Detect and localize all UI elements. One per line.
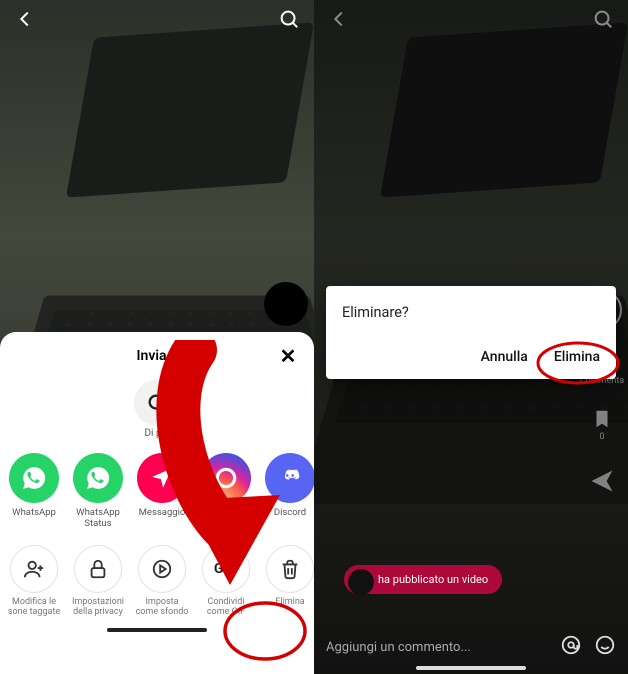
action-delete[interactable]: Elimina <box>262 545 314 607</box>
notification-text: ha pubblicato un video <box>378 573 488 586</box>
whatsapp-status-icon <box>73 453 123 503</box>
action-edit-tagged[interactable]: Modifica le sone taggate <box>6 545 62 618</box>
share-sheet: Invia a ✕ Di più WhatsApp WhatsApp Statu… <box>0 332 314 674</box>
home-indicator <box>107 628 207 632</box>
emoji-icon[interactable] <box>594 634 616 660</box>
app-label: Stories <box>211 507 241 518</box>
profile-avatar[interactable] <box>264 282 308 326</box>
share-sheet-title: Invia a <box>136 348 177 364</box>
action-label: Condividi come GIF <box>198 597 254 618</box>
mention-icon[interactable] <box>560 634 582 660</box>
action-share-gif[interactable]: GIF Condividi come GIF <box>198 545 254 618</box>
more-button[interactable] <box>134 380 180 426</box>
discord-icon <box>265 453 314 503</box>
trash-icon <box>266 545 314 593</box>
dialog-confirm-button[interactable]: Elimina <box>554 349 600 365</box>
delete-dialog: Eliminare? Annulla Elimina <box>326 286 616 379</box>
message-icon <box>137 453 187 503</box>
gif-icon: GIF <box>202 545 250 593</box>
screenshot-right: Commenta 0 ha pubblicato un video Aggiun… <box>314 0 628 674</box>
lock-icon <box>74 545 122 593</box>
dialog-cancel-button[interactable]: Annulla <box>481 349 528 365</box>
top-bar <box>0 8 314 30</box>
home-indicator <box>416 666 526 670</box>
app-label: Messaggio <box>139 507 186 518</box>
play-circle-icon <box>138 545 186 593</box>
whatsapp-icon <box>9 453 59 503</box>
action-label: Modifica le sone taggate <box>6 597 62 618</box>
action-label: Imposta come sfondo <box>134 597 190 618</box>
search-icon[interactable] <box>278 8 300 30</box>
action-label: Elimina <box>275 597 304 607</box>
share-discord[interactable]: Discord <box>262 453 314 529</box>
share-whatsapp[interactable]: WhatsApp <box>6 453 62 529</box>
share-whatsapp-status[interactable]: WhatsApp Status <box>70 453 126 529</box>
share-message[interactable]: Messaggio <box>134 453 190 529</box>
action-privacy[interactable]: Impostazioni della privacy <box>70 545 126 618</box>
more-label: Di più <box>0 428 314 439</box>
app-label: Discord <box>274 507 306 518</box>
share-apps-row: WhatsApp WhatsApp Status Messaggio Stori… <box>0 449 314 531</box>
app-label: WhatsApp <box>12 507 56 518</box>
person-add-icon <box>10 545 58 593</box>
screenshot-left: Invia a ✕ Di più WhatsApp WhatsApp Statu… <box>0 0 314 674</box>
dialog-title: Eliminare? <box>342 304 600 321</box>
back-icon[interactable] <box>14 8 36 30</box>
action-wallpaper[interactable]: Imposta come sfondo <box>134 545 190 618</box>
action-label: Impostazioni della privacy <box>70 597 126 618</box>
app-label: WhatsApp Status <box>70 507 126 529</box>
stories-icon <box>201 453 251 503</box>
comment-input[interactable]: Aggiungi un commento... <box>326 640 548 655</box>
share-actions-row: Modifica le sone taggate Impostazioni de… <box>0 531 314 618</box>
notification-pill[interactable]: ha pubblicato un video <box>344 565 502 594</box>
close-icon[interactable]: ✕ <box>276 344 300 368</box>
share-stories[interactable]: Stories <box>198 453 254 529</box>
